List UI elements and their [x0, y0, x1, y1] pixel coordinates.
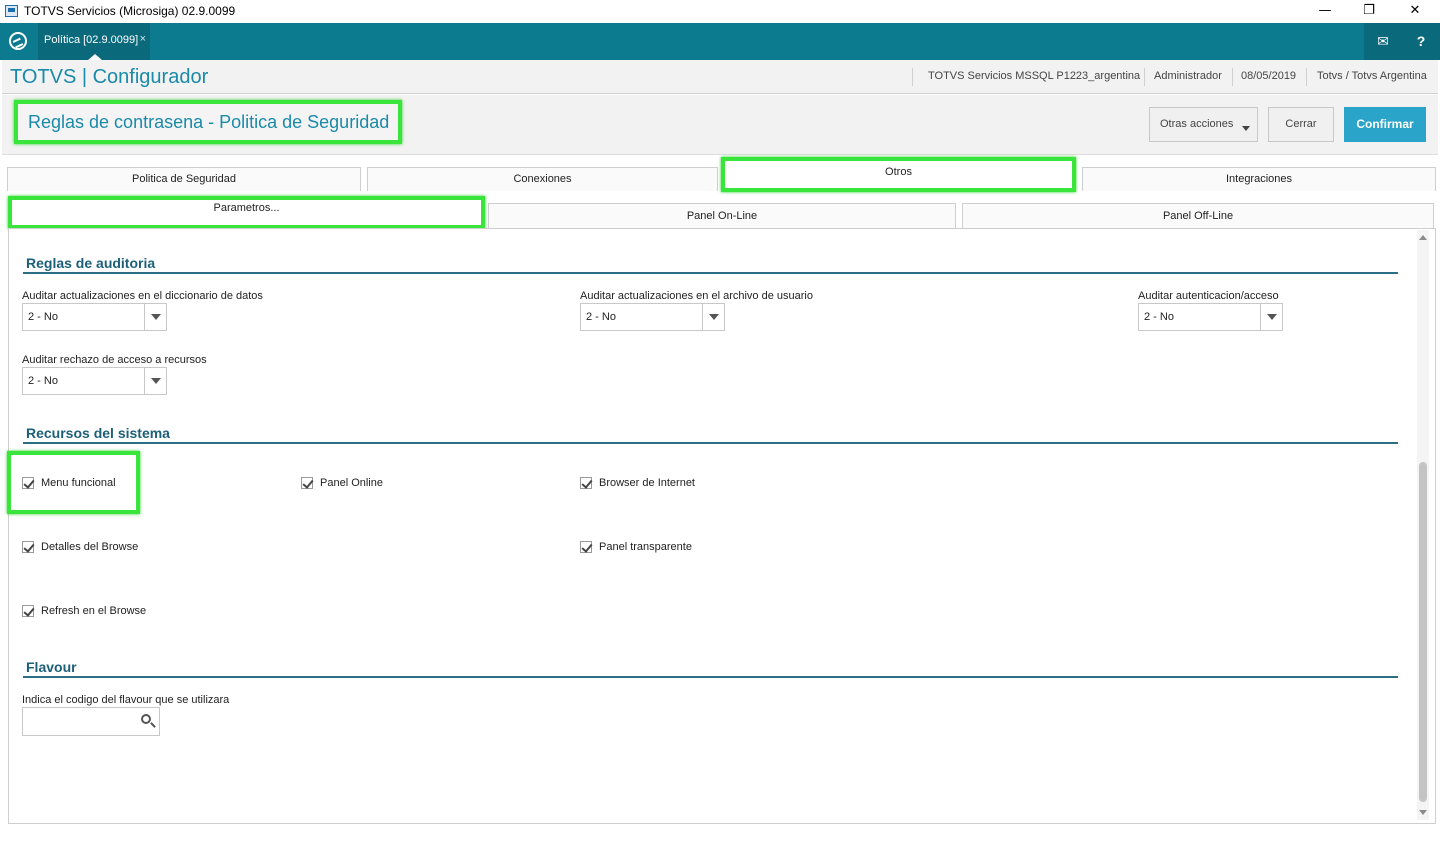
search-icon[interactable] — [141, 714, 151, 724]
window-titlebar: TOTVS Servicios (Microsiga) 02.9.0099 — … — [0, 0, 1440, 23]
header-divider — [1306, 68, 1307, 86]
audit-dict-select[interactable]: 2 - No — [22, 303, 167, 331]
close-window-button[interactable]: ✕ — [1392, 0, 1438, 23]
checkbox-label: Browser de Internet — [599, 477, 695, 489]
chevron-down-icon[interactable] — [702, 304, 724, 330]
totvs-logo-icon[interactable] — [9, 32, 27, 50]
audit-auth-label: Auditar autenticacion/acceso — [1138, 290, 1279, 302]
subtab-panel-offline[interactable]: Panel Off-Line — [962, 203, 1434, 228]
header-divider — [912, 68, 913, 86]
company-info: Totvs / Totvs Argentina — [1317, 70, 1427, 82]
section-divider — [23, 272, 1398, 274]
app-tab-label: Política [02.9.0099] — [44, 34, 139, 46]
tab-integraciones[interactable]: Integraciones — [1082, 167, 1436, 191]
scroll-down-icon[interactable] — [1419, 810, 1427, 815]
user-info: Administrador — [1154, 70, 1222, 82]
tab-conexiones[interactable]: Conexiones — [367, 167, 718, 191]
chevron-down-icon[interactable] — [1260, 304, 1282, 330]
audit-dict-value: 2 - No — [28, 311, 58, 323]
module-header: TOTVS | Configurador TOTVS Servicios MSS… — [2, 60, 1438, 94]
server-info: TOTVS Servicios MSSQL P1223_argentina — [928, 70, 1141, 82]
app-tab-bar: Política [02.9.0099] × ✉ ? — [0, 23, 1440, 60]
restore-button[interactable]: ❐ — [1346, 0, 1392, 23]
parameters-panel: Reglas de auditoria Auditar actualizacio… — [7, 228, 1436, 824]
chevron-down-icon[interactable] — [144, 304, 166, 330]
help-icon[interactable]: ? — [1402, 23, 1440, 60]
checkmark-icon[interactable] — [580, 541, 592, 553]
cancel-button[interactable]: Cerrar — [1268, 107, 1334, 142]
page-title: Reglas de contrasena - Politica de Segur… — [14, 100, 402, 144]
audit-reject-value: 2 - No — [28, 375, 58, 387]
section-title-auditoria: Reglas de auditoria — [26, 255, 156, 271]
scroll-up-icon[interactable] — [1419, 235, 1427, 240]
checkmark-icon[interactable] — [22, 605, 34, 617]
audit-user-file-label: Auditar actualizaciones en el archivo de… — [580, 290, 813, 302]
section-divider — [23, 676, 1398, 678]
checkbox-label: Panel transparente — [599, 541, 692, 553]
checkbox-label: Panel Online — [320, 477, 383, 489]
audit-auth-select[interactable]: 2 - No — [1138, 303, 1283, 331]
subtab-parametros[interactable]: Parametros... — [8, 196, 485, 229]
other-actions-label: Otras acciones — [1160, 118, 1234, 130]
minimize-button[interactable]: — — [1302, 0, 1348, 23]
flavour-label: Indica el codigo del flavour que se util… — [22, 694, 230, 706]
header-divider — [1144, 68, 1145, 86]
window-title: TOTVS Servicios (Microsiga) 02.9.0099 — [24, 4, 236, 18]
checkmark-icon[interactable] — [22, 477, 34, 489]
vertical-scrollbar[interactable] — [1417, 230, 1429, 820]
other-actions-button[interactable]: Otras acciones — [1149, 107, 1258, 142]
close-tab-icon[interactable]: × — [140, 33, 146, 45]
chevron-down-icon — [1242, 126, 1250, 131]
checkbox-label: Detalles del Browse — [41, 541, 139, 553]
subtab-panel-online[interactable]: Panel On-Line — [488, 203, 956, 228]
chevron-down-icon[interactable] — [144, 368, 166, 394]
section-title-flavour: Flavour — [26, 659, 77, 675]
app-tab-politica[interactable]: Política [02.9.0099] × — [38, 23, 150, 60]
audit-user-file-value: 2 - No — [586, 311, 616, 323]
audit-user-file-select[interactable]: 2 - No — [580, 303, 725, 331]
audit-dict-label: Auditar actualizaciones en el diccionari… — [22, 290, 263, 302]
scroll-thumb[interactable] — [1419, 462, 1427, 802]
checkbox-label: Menu funcional — [41, 477, 116, 489]
checkmark-icon[interactable] — [580, 477, 592, 489]
checkmark-icon[interactable] — [301, 477, 313, 489]
audit-reject-label: Auditar rechazo de acceso a recursos — [22, 354, 207, 366]
header-divider — [1232, 68, 1233, 86]
audit-auth-value: 2 - No — [1144, 311, 1174, 323]
section-divider — [23, 442, 1398, 444]
flavour-search-input[interactable] — [22, 707, 160, 736]
tab-politica-seguridad[interactable]: Politica de Seguridad — [7, 167, 361, 191]
checkbox-label: Refresh en el Browse — [41, 605, 147, 617]
checkmark-icon[interactable] — [22, 541, 34, 553]
section-title-recursos: Recursos del sistema — [26, 425, 170, 441]
tab-otros[interactable]: Otros — [721, 157, 1076, 192]
date-info: 08/05/2019 — [1241, 70, 1297, 82]
app-window-icon — [5, 5, 18, 17]
module-brand: TOTVS | Configurador — [10, 66, 209, 88]
mail-icon[interactable]: ✉ — [1364, 23, 1402, 60]
confirm-button[interactable]: Confirmar — [1344, 107, 1426, 142]
audit-reject-select[interactable]: 2 - No — [22, 367, 167, 395]
